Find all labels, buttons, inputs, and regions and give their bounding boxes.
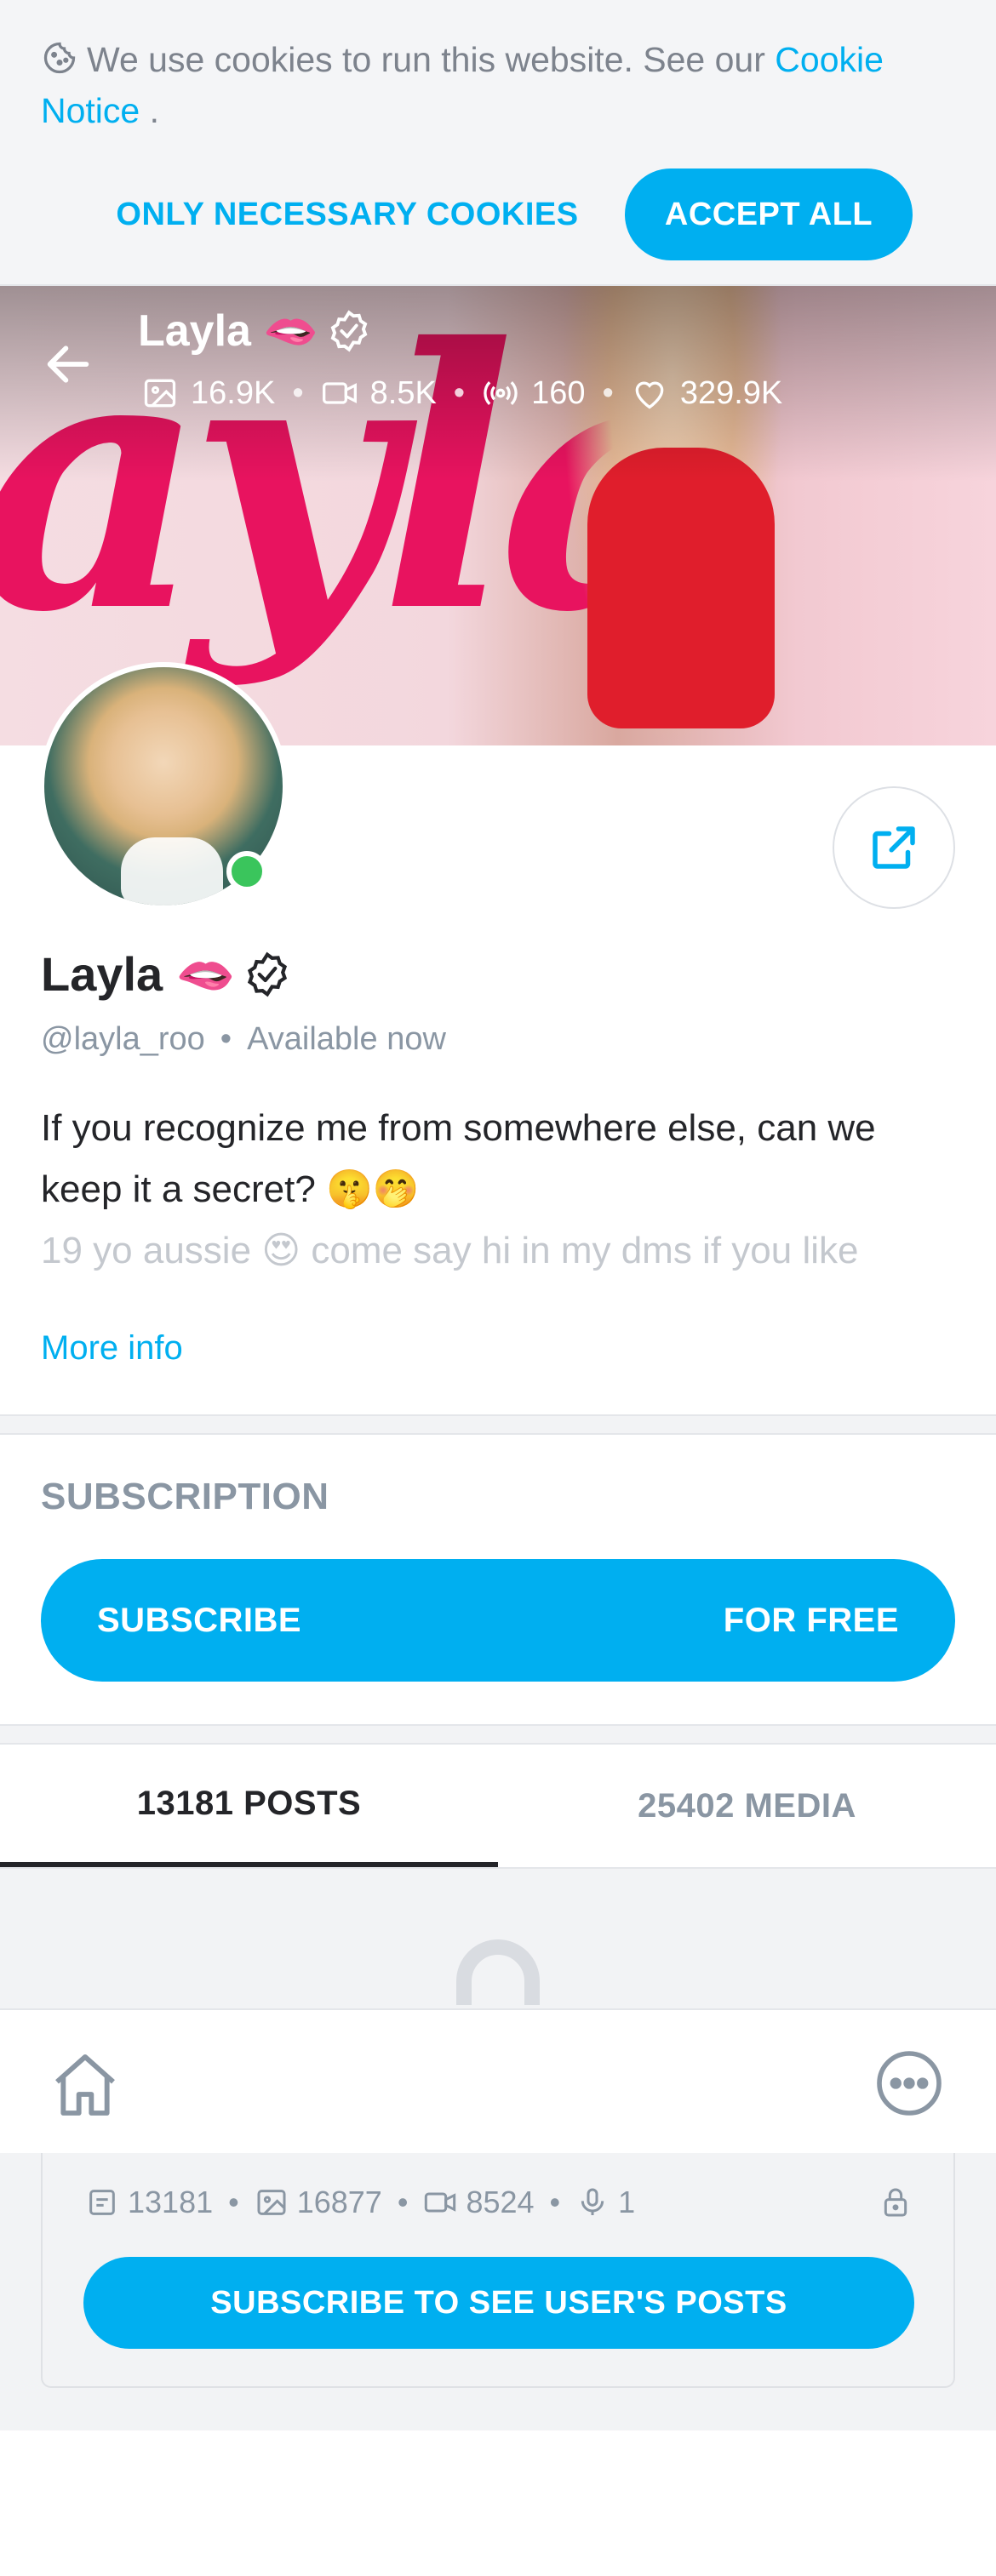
separator-dot: •: [220, 1021, 232, 1057]
profile-handle: @layla_roo: [41, 1021, 205, 1057]
tab-posts[interactable]: 13181 POSTS: [0, 1745, 498, 1867]
image-icon: [257, 2190, 286, 2215]
likes-count: 329.9K: [679, 374, 783, 411]
more-icon[interactable]: [873, 2048, 945, 2119]
cookie-trailing: .: [140, 91, 160, 130]
separator-dot: •: [453, 374, 466, 411]
tab-media[interactable]: 25402 MEDIA: [498, 1745, 996, 1867]
section-divider: [0, 1414, 996, 1435]
availability-status: Available now: [247, 1021, 446, 1057]
bio-fade-overlay: [0, 1268, 996, 1319]
header-name: Layla 🫦: [138, 305, 371, 357]
locked-posts-card: 13181 • 16877 • 8524 • 1 SUBSCRIBE TO SE…: [41, 2153, 955, 2388]
profile-page: We use cookies to run this website. See …: [0, 0, 996, 2576]
verified-icon: [248, 951, 288, 997]
mic-icon: [581, 2188, 604, 2215]
header-stats: 16.9K • 8.5K • 160 • 329.9K: [141, 368, 782, 419]
subscription-title: SUBSCRIPTION: [41, 1476, 329, 1517]
back-arrow-icon[interactable]: [41, 337, 95, 391]
online-status-dot: [226, 851, 267, 892]
bottom-navigation: [0, 2008, 996, 2153]
share-icon: [873, 826, 915, 869]
bio-text: If you recognize me from somewhere else,…: [41, 1107, 876, 1210]
image-icon: [144, 379, 176, 408]
subscribe-button[interactable]: SUBSCRIBE FOR FREE: [41, 1559, 955, 1682]
separator-dot: •: [292, 374, 304, 411]
photo-count: 16.9K: [191, 374, 276, 411]
profile-meta: @layla_roo • Available now: [41, 1021, 446, 1058]
accept-all-button[interactable]: ACCEPT ALL: [625, 168, 913, 260]
lock-icon: [884, 2188, 907, 2217]
subscribe-price: FOR FREE: [723, 1601, 899, 1639]
only-necessary-cookies-button[interactable]: ONLY NECESSARY COOKIES: [109, 168, 586, 260]
cookie-message: We use cookies to run this website. See …: [87, 40, 765, 79]
locked-photo-count: 16877: [296, 2185, 382, 2219]
locked-stats: 13181 • 16877 • 8524 • 1: [85, 2182, 635, 2223]
stream-count: 160: [531, 374, 586, 411]
verified-icon: [330, 310, 368, 351]
cover-suit: [587, 448, 775, 728]
video-icon: [322, 382, 357, 404]
section-divider: [0, 1724, 996, 1745]
heart-icon: [635, 381, 664, 409]
avatar-detail: [121, 837, 223, 905]
video-count: 8.5K: [369, 374, 437, 411]
more-info-link[interactable]: More info: [41, 1329, 183, 1368]
subscribe-to-see-posts-button[interactable]: SUBSCRIBE TO SEE USER'S POSTS: [83, 2257, 914, 2349]
locked-audio-count: 1: [618, 2185, 636, 2219]
separator-dot: •: [602, 374, 614, 411]
cookie-banner: We use cookies to run this website. See …: [0, 0, 996, 286]
home-icon[interactable]: [48, 2048, 123, 2122]
locked-post-count: 13181: [128, 2185, 214, 2219]
cookie-text: We use cookies to run this website. See …: [41, 34, 960, 136]
share-button[interactable]: [833, 786, 955, 909]
header-name-text: Layla 🫦: [138, 306, 319, 356]
stream-icon: [484, 381, 518, 405]
page-footer-space: [0, 2430, 996, 2576]
profile-name: Layla 🫦: [41, 946, 291, 1002]
separator-dot: •: [549, 2185, 561, 2219]
video-icon: [425, 2192, 456, 2213]
cookie-icon: [43, 42, 76, 74]
separator-dot: •: [397, 2185, 409, 2219]
subscribe-label: SUBSCRIBE: [97, 1601, 302, 1639]
post-icon: [89, 2190, 115, 2215]
content-tabs: 13181 POSTS 25402 MEDIA: [0, 1745, 996, 1869]
separator-dot: •: [228, 2185, 239, 2219]
profile-name-text: Layla 🫦: [41, 947, 236, 1001]
locked-video-count: 8524: [466, 2185, 535, 2219]
